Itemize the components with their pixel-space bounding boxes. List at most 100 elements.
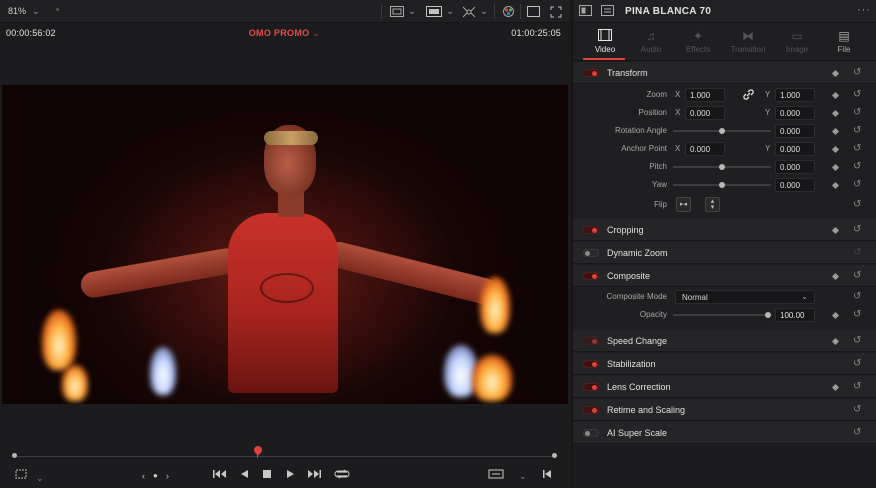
position-y-field[interactable]: 0.000 (775, 106, 815, 120)
jump-end-icon[interactable] (542, 468, 554, 484)
reset-icon[interactable]: ↺ (853, 225, 861, 235)
tab-audio[interactable]: ♫ Audio (627, 23, 675, 61)
opacity-slider[interactable] (673, 312, 771, 318)
keyframe-icon[interactable] (831, 91, 840, 100)
keyframe-icon[interactable] (831, 163, 840, 172)
reset-icon[interactable]: ↺ (853, 310, 861, 320)
rotation-slider[interactable] (673, 128, 771, 134)
ai-super-scale-toggle[interactable] (583, 429, 599, 437)
timeline-name-dropdown[interactable]: OMO PROMO ⌄ (0, 28, 569, 39)
keyframe-icon[interactable] (831, 226, 840, 235)
zoom-dropdown[interactable]: 81% ⌄ (8, 6, 40, 17)
dynamic-zoom-toggle[interactable] (583, 249, 599, 257)
tab-video[interactable]: Video (581, 23, 629, 61)
fullscreen-icon[interactable] (550, 5, 562, 18)
reset-icon[interactable]: ↺ (853, 248, 861, 258)
more-options-icon[interactable]: ··· (857, 4, 871, 16)
stabilization-toggle[interactable] (583, 360, 599, 368)
cropping-toggle[interactable] (583, 226, 599, 234)
play-reverse-icon[interactable] (240, 468, 249, 484)
position-x-field[interactable]: 0.000 (685, 106, 725, 120)
section-ai-super-scale[interactable]: AI Super Scale ↺ (573, 422, 876, 444)
slider-knob[interactable] (765, 312, 771, 318)
section-composite[interactable]: Composite ↺ (573, 265, 876, 287)
reset-icon[interactable]: ↺ (853, 271, 861, 281)
reset-icon[interactable]: ↺ (853, 180, 861, 190)
speed-change-toggle[interactable] (583, 337, 599, 345)
opacity-field[interactable]: 100.00 (775, 308, 815, 322)
single-viewer-icon[interactable] (527, 5, 540, 18)
viewer-mode-icon[interactable]: ⌄ (390, 5, 416, 18)
rotation-field[interactable]: 0.000 (775, 124, 815, 138)
section-retime-scaling[interactable]: Retime and Scaling ↺ (573, 399, 876, 421)
output-display-icon[interactable]: ⌄ (426, 5, 454, 18)
section-transform[interactable]: Transform ↺ (573, 62, 876, 84)
stop-icon[interactable] (262, 468, 272, 484)
slider-knob[interactable] (719, 164, 725, 170)
section-speed-change[interactable]: Speed Change ↺ (573, 330, 876, 352)
zoom-x-field[interactable]: 1.000 (685, 88, 725, 102)
slider-knob[interactable] (719, 182, 725, 188)
slider-knob[interactable] (719, 128, 725, 134)
link-icon[interactable] (743, 89, 754, 102)
keyframe-icon[interactable] (831, 145, 840, 154)
keyframe-icon[interactable] (831, 181, 840, 190)
reset-icon[interactable]: ↺ (853, 405, 861, 415)
reset-icon[interactable]: ↺ (853, 68, 861, 78)
timeline-scrubber[interactable] (0, 443, 569, 465)
video-frame[interactable] (2, 85, 568, 404)
chevron-down-icon[interactable]: ⌄ (36, 470, 44, 486)
keyframe-icon[interactable] (831, 311, 840, 320)
reset-icon[interactable]: ↺ (853, 428, 861, 438)
retime-scaling-toggle[interactable] (583, 406, 599, 414)
metadata-icon[interactable] (601, 5, 614, 18)
keyframe-icon[interactable] (831, 383, 840, 392)
transform-toggle[interactable] (583, 69, 599, 77)
jog-dot-icon[interactable]: ● (153, 468, 158, 484)
flip-horizontal-icon[interactable]: ▸◂ (676, 197, 691, 212)
pitch-slider[interactable] (673, 164, 771, 170)
keyframe-icon[interactable] (831, 337, 840, 346)
reset-icon[interactable]: ↺ (853, 382, 861, 392)
loop-icon[interactable] (334, 468, 350, 485)
reset-icon[interactable]: ↺ (853, 144, 861, 154)
tab-image[interactable]: ▭ Image (773, 23, 821, 61)
keyframe-icon[interactable] (831, 272, 840, 281)
next-frame-icon[interactable]: › (166, 468, 169, 484)
play-icon[interactable] (286, 468, 295, 484)
reset-icon[interactable]: ↺ (853, 359, 861, 369)
section-stabilization[interactable]: Stabilization ↺ (573, 353, 876, 375)
scrub-track[interactable] (14, 456, 555, 457)
skip-start-icon[interactable] (213, 468, 227, 484)
transform-overlay-icon[interactable]: ⌄ (462, 5, 488, 18)
keyframe-icon[interactable] (831, 109, 840, 118)
tab-transition[interactable]: ⧓ Transition (724, 23, 772, 61)
color-wheel-icon[interactable] (502, 5, 515, 18)
keyframe-icon[interactable] (831, 127, 840, 136)
keyframe-icon[interactable] (831, 69, 840, 78)
playhead-icon[interactable] (252, 444, 264, 456)
anchor-y-field[interactable]: 0.000 (775, 142, 815, 156)
yaw-field[interactable]: 0.000 (775, 178, 815, 192)
tab-effects[interactable]: ✦ Effects (674, 23, 722, 61)
reset-icon[interactable]: ↺ (853, 162, 861, 172)
match-frame-icon[interactable] (488, 468, 504, 485)
reset-icon[interactable]: ↺ (853, 200, 861, 210)
yaw-slider[interactable] (673, 182, 771, 188)
reset-icon[interactable]: ↺ (853, 90, 861, 100)
clip-thumbnail-icon[interactable] (579, 5, 592, 18)
pitch-field[interactable]: 0.000 (775, 160, 815, 174)
section-cropping[interactable]: Cropping ↺ (573, 219, 876, 241)
reset-icon[interactable]: ↺ (853, 126, 861, 136)
crop-icon[interactable] (14, 468, 28, 485)
composite-toggle[interactable] (583, 272, 599, 280)
anchor-x-field[interactable]: 0.000 (685, 142, 725, 156)
lens-correction-toggle[interactable] (583, 383, 599, 391)
section-dynamic-zoom[interactable]: Dynamic Zoom ↺ (573, 242, 876, 264)
chevron-down-icon[interactable]: ⌄ (519, 468, 527, 484)
flip-vertical-icon[interactable]: ▴ ▾ (705, 197, 720, 212)
reset-icon[interactable]: ↺ (853, 108, 861, 118)
zoom-y-field[interactable]: 1.000 (775, 88, 815, 102)
composite-mode-dropdown[interactable]: Normal ⌄ (675, 290, 815, 304)
section-lens-correction[interactable]: Lens Correction ↺ (573, 376, 876, 398)
